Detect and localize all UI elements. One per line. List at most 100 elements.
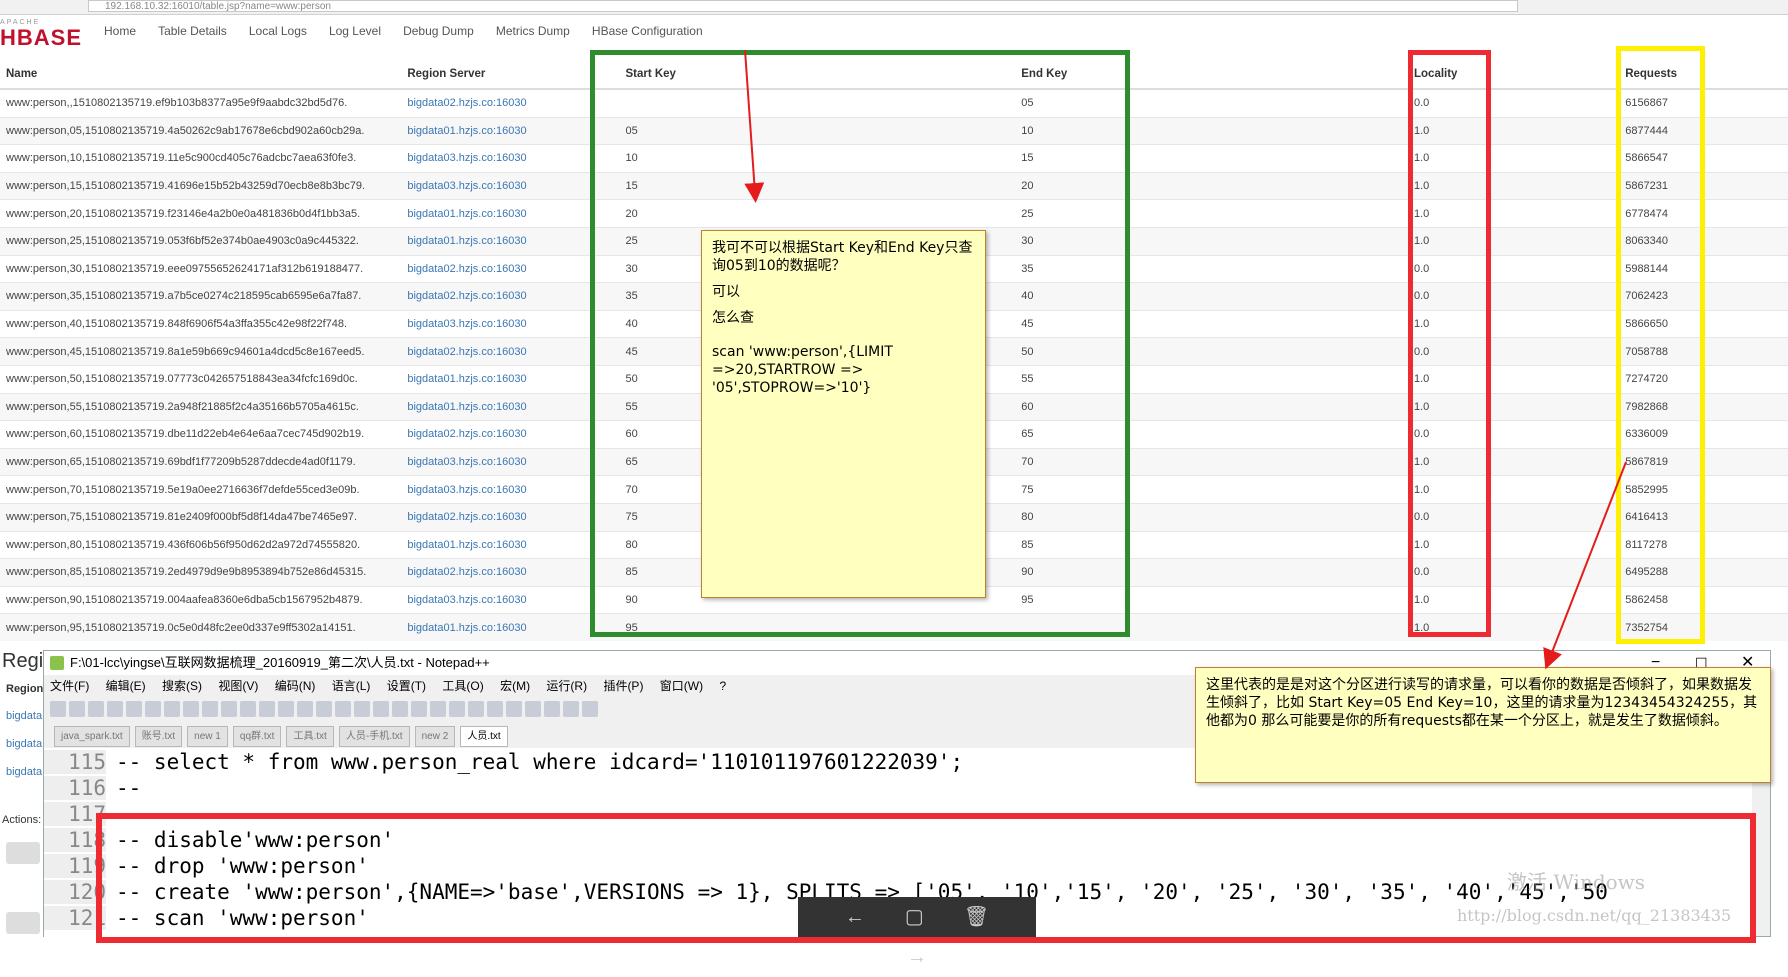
cell-region-server[interactable]: bigdata03.hzjs.co:16030	[401, 475, 620, 504]
cell-region-server[interactable]: bigdata01.hzjs.co:16030	[401, 530, 620, 559]
menu-tools[interactable]: 工具(O)	[442, 679, 483, 693]
copy-icon[interactable]	[202, 701, 218, 717]
cut-icon[interactable]	[183, 701, 199, 717]
menu-run[interactable]: 运行(R)	[546, 679, 587, 693]
run-macro-multiple-icon[interactable]	[563, 701, 579, 717]
comment-icon[interactable]: ▢	[905, 906, 924, 928]
hbase-logo[interactable]: APACHE HBASE	[0, 19, 81, 49]
menu-window[interactable]: 窗口(W)	[660, 679, 703, 693]
monitor-icon[interactable]	[487, 701, 503, 717]
save-macro-icon[interactable]	[582, 701, 598, 717]
function-list-icon[interactable]	[449, 701, 465, 717]
tab-qq-group[interactable]: qq群.txt	[232, 726, 282, 747]
sync-scroll-icon[interactable]	[354, 701, 370, 717]
tab-person-phone[interactable]: 人员-手机.txt	[338, 726, 410, 747]
cell-region-server[interactable]: bigdata03.hzjs.co:16030	[401, 171, 620, 200]
save-all-icon[interactable]	[107, 701, 123, 717]
cell-region-server[interactable]: bigdata01.hzjs.co:16030	[401, 116, 620, 145]
url-input[interactable]: 192.168.10.32:16010/table.jsp?name=www:p…	[88, 0, 1518, 12]
action-button[interactable]	[6, 912, 40, 934]
code-line[interactable]: --	[116, 802, 141, 826]
cell-region-server[interactable]: bigdata02.hzjs.co:16030	[401, 558, 620, 587]
next-arrow-icon[interactable]: →	[907, 946, 927, 968]
action-button[interactable]	[6, 842, 40, 864]
tab-tools[interactable]: 工具.txt	[286, 726, 334, 747]
region-link[interactable]: bigdata	[6, 738, 42, 750]
play-macro-icon[interactable]	[544, 701, 560, 717]
undo-icon[interactable]	[240, 701, 256, 717]
nav-home[interactable]: Home	[104, 24, 136, 38]
nav-local-logs[interactable]: Local Logs	[249, 24, 307, 38]
cell-region-server[interactable]: bigdata03.hzjs.co:16030	[401, 447, 620, 476]
redo-icon[interactable]	[259, 701, 275, 717]
menu-view[interactable]: 视图(V)	[218, 679, 258, 693]
menu-help[interactable]: ?	[719, 679, 726, 693]
cell-region-server[interactable]: bigdata01.hzjs.co:16030	[401, 364, 620, 394]
nav-metrics-dump[interactable]: Metrics Dump	[496, 24, 570, 38]
menu-language[interactable]: 语言(L)	[332, 679, 371, 693]
code-line[interactable]: -- drop 'www:person'	[116, 854, 369, 878]
header-locality[interactable]: Locality	[1408, 60, 1620, 90]
tab-new-2[interactable]: new 2	[414, 726, 456, 747]
menu-settings[interactable]: 设置(T)	[387, 679, 426, 693]
cell-region-server[interactable]: bigdata03.hzjs.co:16030	[401, 585, 620, 614]
stop-macro-icon[interactable]	[525, 701, 541, 717]
cell-region-server[interactable]: bigdata02.hzjs.co:16030	[401, 88, 620, 118]
paste-icon[interactable]	[221, 701, 237, 717]
cell-region-server[interactable]: bigdata02.hzjs.co:16030	[401, 502, 620, 531]
header-name[interactable]: Name	[0, 60, 402, 90]
show-all-chars-icon[interactable]	[392, 701, 408, 717]
cell-region-server[interactable]: bigdata03.hzjs.co:16030	[401, 309, 620, 338]
code-line[interactable]: -- scan 'www:person'	[116, 906, 369, 930]
header-region-server[interactable]: Region Server	[401, 60, 620, 90]
delete-icon[interactable]: 🗑	[964, 906, 989, 928]
tab-person-active[interactable]: 人员.txt	[460, 726, 508, 747]
cell-region-server[interactable]: bigdata01.hzjs.co:16030	[401, 392, 620, 421]
zoom-in-icon[interactable]	[316, 701, 332, 717]
close-all-icon[interactable]	[145, 701, 161, 717]
nav-table-details[interactable]: Table Details	[158, 24, 227, 38]
open-file-icon[interactable]	[69, 701, 85, 717]
replace-icon[interactable]	[297, 701, 313, 717]
tab-new-1[interactable]: new 1	[187, 726, 228, 747]
menu-edit[interactable]: 编辑(E)	[106, 679, 146, 693]
menu-file[interactable]: 文件(F)	[50, 679, 89, 693]
header-start-key[interactable]: Start Key	[619, 60, 1016, 90]
cell-region-server[interactable]: bigdata02.hzjs.co:16030	[401, 337, 620, 366]
nav-log-level[interactable]: Log Level	[329, 24, 381, 38]
region-link[interactable]: bigdata	[6, 710, 42, 722]
code-line[interactable]: -- disable'www:person'	[116, 828, 394, 852]
print-icon[interactable]	[164, 701, 180, 717]
cell-region-server[interactable]: bigdata03.hzjs.co:16030	[401, 144, 620, 173]
nav-debug-dump[interactable]: Debug Dump	[403, 24, 474, 38]
prev-arrow-icon[interactable]: ←	[845, 906, 865, 928]
record-macro-icon[interactable]	[506, 701, 522, 717]
new-file-icon[interactable]	[50, 701, 66, 717]
doc-map-icon[interactable]	[430, 701, 446, 717]
header-end-key[interactable]: End Key	[1015, 60, 1408, 90]
menu-encoding[interactable]: 编码(N)	[275, 679, 316, 693]
indent-guide-icon[interactable]	[411, 701, 427, 717]
code-line[interactable]: -- select * from www.person_real where i…	[116, 750, 963, 774]
cell-region-server[interactable]: bigdata01.hzjs.co:16030	[401, 199, 620, 228]
cell-region-server[interactable]: bigdata02.hzjs.co:16030	[401, 254, 620, 283]
folder-icon[interactable]	[468, 701, 484, 717]
nav-hbase-configuration[interactable]: HBase Configuration	[592, 24, 703, 38]
word-wrap-icon[interactable]	[373, 701, 389, 717]
tab-account[interactable]: 账号.txt	[134, 726, 183, 747]
cell-region-server[interactable]: bigdata02.hzjs.co:16030	[401, 282, 620, 311]
save-icon[interactable]	[88, 701, 104, 717]
cell-region-server[interactable]: bigdata01.hzjs.co:16030	[401, 226, 620, 256]
menu-macro[interactable]: 宏(M)	[500, 679, 530, 693]
cell-region-server[interactable]: bigdata01.hzjs.co:16030	[401, 613, 620, 641]
menu-search[interactable]: 搜索(S)	[162, 679, 202, 693]
zoom-out-icon[interactable]	[335, 701, 351, 717]
close-file-icon[interactable]	[126, 701, 142, 717]
cell-region-server[interactable]: bigdata02.hzjs.co:16030	[401, 420, 620, 449]
code-line[interactable]: --	[116, 776, 141, 800]
tab-java-spark[interactable]: java_spark.txt	[54, 726, 130, 747]
find-icon[interactable]	[278, 701, 294, 717]
region-link[interactable]: bigdata	[6, 766, 42, 778]
header-requests[interactable]: Requests	[1619, 60, 1776, 90]
menu-plugins[interactable]: 插件(P)	[603, 679, 643, 693]
